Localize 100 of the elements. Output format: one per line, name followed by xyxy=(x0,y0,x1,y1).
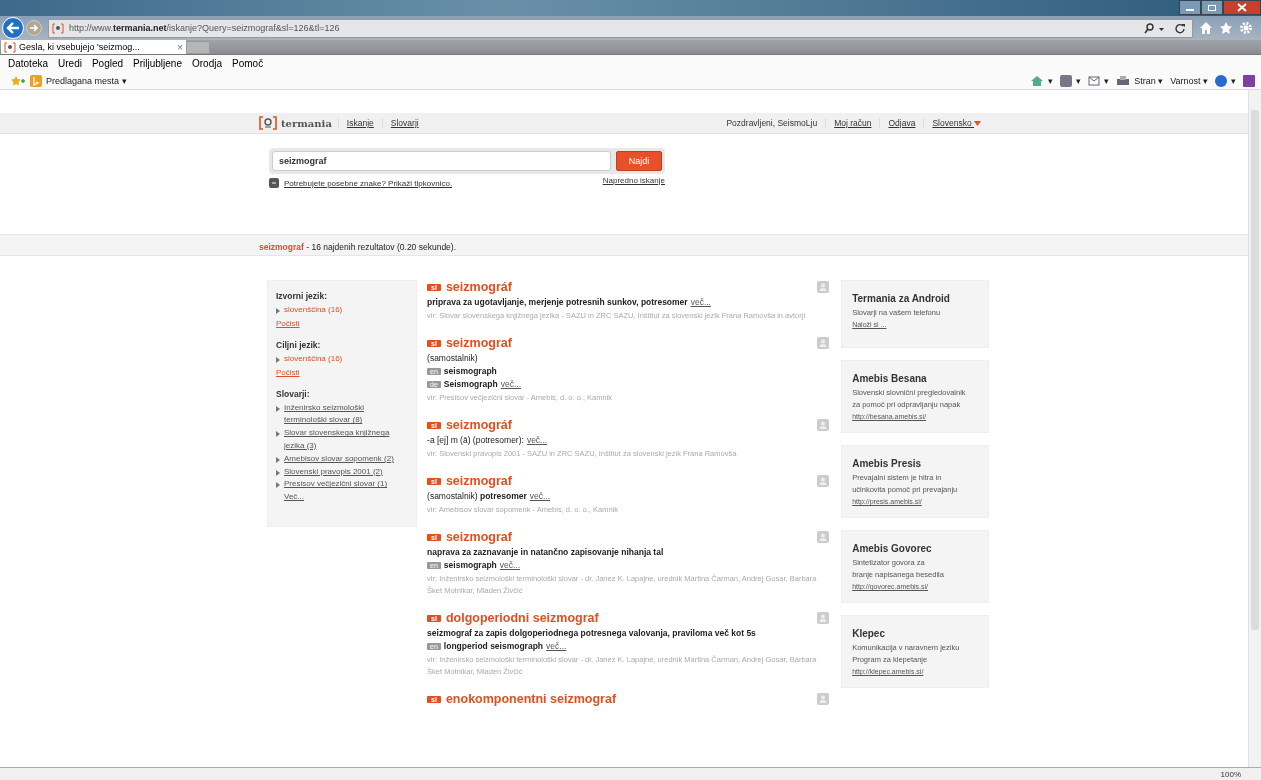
person-icon[interactable] xyxy=(817,612,830,624)
entry-text: seizmograf za zapis dolgoperiodnega potresnega valovanja, praviloma več kot 5s xyxy=(427,628,756,638)
clear-filter-link[interactable]: Počisti xyxy=(276,318,409,328)
ad-title: Amebis Presis xyxy=(852,458,923,469)
dropdown-caret[interactable]: ▾ xyxy=(1076,75,1082,86)
bullet-icon xyxy=(276,431,280,438)
back-arrow-icon xyxy=(6,22,20,34)
ad-title: Amebis Govorec xyxy=(852,543,933,554)
keyboard-link[interactable]: Potrebujete posebne znake? Prikaži tipkovnico. xyxy=(284,178,453,188)
address-bar[interactable]: http://www.termania.net/iskanje?Query=seizmograf&sl=126&tl=126 xyxy=(48,18,1193,38)
bullet-icon xyxy=(276,482,280,489)
restore-icon xyxy=(1207,3,1217,12)
back-button[interactable] xyxy=(2,17,24,39)
star-icon[interactable] xyxy=(1219,21,1233,35)
page-menu[interactable]: Stran ▾ xyxy=(1134,75,1164,86)
entry-text: (samostalnik) xyxy=(427,353,478,363)
new-tab-button[interactable] xyxy=(186,41,210,54)
entry-title[interactable]: enokomponentni seizmograf xyxy=(445,692,617,706)
safety-menu[interactable]: Varnost ▾ xyxy=(1170,75,1208,86)
ad-title: Amebis Besana xyxy=(852,373,928,384)
refresh-icon[interactable] xyxy=(1174,22,1186,34)
clear-filter-link[interactable]: Počisti xyxy=(276,367,409,377)
entry-title[interactable]: seizmograf xyxy=(445,530,512,544)
printer-icon[interactable] xyxy=(1116,74,1131,87)
entry-title[interactable]: seizmograf xyxy=(445,336,512,350)
caret-icon xyxy=(974,121,981,126)
person-icon[interactable] xyxy=(817,281,830,293)
account-link[interactable]: Moj račun xyxy=(825,118,880,128)
more-link[interactable]: več... xyxy=(690,297,711,307)
menu-item[interactable]: Pogled xyxy=(91,58,124,69)
dropdown-caret[interactable]: ▾ xyxy=(1104,75,1110,86)
more-link[interactable]: več... xyxy=(500,379,522,389)
suggested-sites-link[interactable]: Predlagana mesta ▾ xyxy=(46,75,127,86)
entry-title[interactable]: seizmograf xyxy=(445,474,512,488)
account-link[interactable]: Odjava xyxy=(879,118,924,128)
menu-item[interactable]: Datoteka xyxy=(8,58,49,69)
person-icon[interactable] xyxy=(817,531,830,543)
filter-link[interactable]: Inženirsko seizmološki terminološki slovar (8) xyxy=(284,401,409,428)
greeting-text: Pozdravljeni, SeismoLju xyxy=(726,118,819,128)
dropdown-caret[interactable]: ▾ xyxy=(1048,75,1054,86)
site-logo[interactable]: termania xyxy=(281,117,332,129)
home-icon[interactable] xyxy=(1199,21,1213,35)
keyboard-toggle-icon[interactable] xyxy=(269,178,279,188)
entry-text: priprava za ugotavljanje, merjenje potresnih sunkov, potresomer xyxy=(427,297,688,307)
bullet-icon xyxy=(276,356,280,363)
entry-text: longperiod seismograph xyxy=(443,641,544,651)
more-link[interactable]: več... xyxy=(529,491,551,501)
forward-arrow-icon xyxy=(29,24,39,32)
filter-link[interactable]: Presisov večjezični slovar (1) xyxy=(284,478,388,492)
entry-text: (samostalnik) potresomer xyxy=(427,491,527,501)
settings-icon[interactable] xyxy=(1239,21,1253,35)
filter-heading: Ciljni jezik: xyxy=(276,339,322,350)
entry-text: naprava za zaznavanje in natančno zapisovanje nihanja tal xyxy=(427,547,664,557)
forward-button[interactable] xyxy=(26,20,42,36)
menu-item[interactable]: Priljubljene xyxy=(133,58,182,69)
ad-title: Klepec xyxy=(852,628,886,639)
entry-title[interactable]: seizmográf xyxy=(445,280,512,294)
menu-item[interactable]: Orodja xyxy=(192,58,222,69)
dropdown-caret[interactable]: ▾ xyxy=(1231,75,1236,86)
person-icon[interactable] xyxy=(817,419,830,431)
more-link[interactable]: več... xyxy=(526,435,548,445)
mail-icon[interactable] xyxy=(1088,74,1101,87)
maximize-button[interactable] xyxy=(1201,0,1223,15)
home-icon[interactable] xyxy=(1030,74,1045,87)
person-icon[interactable] xyxy=(817,337,830,349)
entry-text: seismograph xyxy=(443,366,497,376)
language-menu[interactable]: Slovensko xyxy=(923,118,989,128)
filter-link[interactable]: Slovenski pravopis 2001 (2) xyxy=(284,465,383,479)
filter-link[interactable]: Amebisov slovar sopomenk (2) xyxy=(284,452,394,466)
close-button[interactable] xyxy=(1223,0,1261,15)
person-icon[interactable] xyxy=(817,693,830,705)
more-link[interactable]: več... xyxy=(546,641,567,651)
person-icon[interactable] xyxy=(817,475,830,487)
results-summary: seizmograf - 16 najdenih rezultatov (0.20 sekunde). xyxy=(259,242,457,252)
search-field[interactable]: seizmograf xyxy=(272,151,611,171)
nav-link[interactable]: Slovarji xyxy=(381,118,427,128)
entry-title[interactable]: dolgoperiodni seizmograf xyxy=(445,611,599,625)
minimize-button[interactable] xyxy=(1179,0,1201,15)
filter-heading: Izvorni jezik: xyxy=(276,291,328,301)
ad-title: Termania za Android xyxy=(852,293,951,304)
filter-link[interactable]: Slovar slovenskega knjižnega jezika (3) xyxy=(284,427,409,453)
close-icon xyxy=(1237,3,1247,12)
favorites-star-icon[interactable] xyxy=(10,74,26,87)
nav-link[interactable]: Iskanje xyxy=(337,118,382,128)
filter-link[interactable]: slovenščina (16) xyxy=(284,304,343,317)
menu-item[interactable]: Pomoč xyxy=(232,58,264,69)
tab-close-button[interactable]: × xyxy=(177,41,183,53)
site-icon xyxy=(4,41,16,53)
filter-link[interactable]: Več... xyxy=(284,491,304,504)
more-link[interactable]: več... xyxy=(499,560,521,570)
advanced-search-link[interactable]: Napredno iskanje xyxy=(602,176,665,185)
entry-text: seismograph xyxy=(443,560,497,570)
filter-link[interactable]: slovenščina (16) xyxy=(284,352,343,366)
browser-tab[interactable]: Gesla, ki vsebujejo 'seizmog... × xyxy=(1,40,186,54)
zoom-level[interactable]: 100% xyxy=(1220,769,1241,779)
search-button[interactable]: Najdi xyxy=(616,151,662,171)
entry-title[interactable]: seizmográf xyxy=(445,418,512,432)
menu-item[interactable]: Uredi xyxy=(58,58,82,69)
tab-title: Gesla, ki vsebujejo 'seizmog... xyxy=(19,42,140,52)
termania-logo-icon[interactable] xyxy=(259,116,277,130)
